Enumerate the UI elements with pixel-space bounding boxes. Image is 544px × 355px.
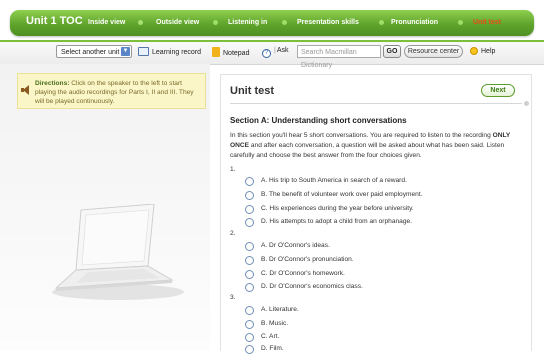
chevron-down-icon: ▼ [121,47,130,56]
radio-button[interactable] [245,306,254,315]
learning-record-label: Learning record [152,49,202,56]
unit-test-panel: Unit test Next Section A: Understanding … [220,74,532,354]
directions-label: Directions: [35,80,70,87]
nav-separator-dot [458,20,463,25]
question-icon: ? [262,49,271,58]
nav-presentation-skills[interactable]: Presentation skills [297,19,359,26]
section-instructions: In this section you'll hear 5 short conv… [230,131,526,161]
ask-divider: | [274,47,276,54]
directions-text: Directions: Click on the speaker to the … [35,79,203,106]
answer-option-text: C. Dr O'Connor's homework. [261,270,345,277]
intro-text-end: and after each conversation, a question … [230,142,505,159]
intro-text-start: In this section you'll hear 5 short conv… [230,132,493,139]
nav-inside-view[interactable]: Inside view [88,19,125,26]
answer-option-text: D. Dr O'Connor's economics class. [261,283,363,290]
ask-label: Ask [276,47,289,54]
laptop-illustration [52,204,184,300]
answer-option-text: A. Dr O'Connor's ideas. [261,242,330,249]
next-button[interactable]: Next [481,84,515,97]
radio-button[interactable] [245,242,254,251]
nav-pronunciation[interactable]: Pronunciation [391,19,438,26]
radio-button[interactable] [245,270,254,279]
radio-button[interactable] [245,191,254,200]
go-button[interactable]: GO [383,45,401,58]
answer-option-text: A. Literature. [261,306,299,313]
radio-button[interactable] [245,283,254,292]
nav-separator-dot [213,20,218,25]
nav-separator-dot [379,20,384,25]
select-unit-value: Select another unit [61,49,120,56]
nav-separator-dot [282,20,287,25]
nav-listening-in[interactable]: Listening in [228,19,267,26]
unit-toc-link[interactable]: Unit 1 TOC [26,15,83,27]
question-number: 1. [230,166,236,173]
speaker-icon[interactable] [23,85,29,95]
radio-button[interactable] [245,333,254,342]
toolbar: Select another unit ▼ Learning record No… [0,40,544,69]
search-placeholder: Search Macmillan Dictionary [301,49,357,69]
answer-option-text: B. Dr O'Connor's pronunciation. [261,256,354,263]
nav-unit-test[interactable]: Unit test [473,19,501,26]
page-title: Unit test [230,85,274,97]
top-nav-bar: Unit 1 TOC Inside view Outside view List… [10,10,534,36]
notepad-icon [212,47,220,57]
title-divider [230,103,522,104]
answer-option-text: C. His experiences during the year befor… [261,205,414,212]
resource-center-button[interactable]: Resource center [404,45,463,58]
left-panel: Directions: Click on the speaker to the … [0,64,210,350]
answer-option-text: D. Film. [261,345,284,352]
learning-record-icon [138,47,149,56]
nav-outside-view[interactable]: Outside view [156,19,199,26]
learning-record-button[interactable]: Learning record [138,47,201,56]
notepad-label: Notepad [223,50,250,57]
title-divider-dot [524,101,529,106]
answer-option-text: C. Art. [261,333,280,340]
help-label: Help [481,48,496,55]
nav-separator-dot [138,20,143,25]
radio-button[interactable] [245,256,254,265]
answer-option-text: D. His attempts to adopt a child from an… [261,218,413,225]
select-unit-dropdown[interactable]: Select another unit ▼ [56,45,132,58]
answer-option-text: A. His trip to South America in search o… [261,177,407,184]
radio-button[interactable] [245,320,254,329]
notepad-button[interactable]: Notepad [212,47,249,57]
question-number: 3. [230,294,236,301]
search-input[interactable]: Search Macmillan Dictionary [297,45,381,69]
lightbulb-icon [470,47,478,55]
section-title: Section A: Understanding short conversat… [230,116,407,125]
answer-option-text: B. The benefit of volunteer work over pa… [261,191,423,198]
ask-button[interactable]: ? |Ask [262,47,289,58]
radio-button[interactable] [245,205,254,214]
toolbar-accent-rule [0,40,544,42]
radio-button[interactable] [245,218,254,227]
question-number: 2. [230,230,236,237]
radio-button[interactable] [245,177,254,186]
directions-box: Directions: Click on the speaker to the … [17,73,206,109]
help-button[interactable]: Help [470,47,495,55]
answer-option-text: B. Music. [261,320,289,327]
